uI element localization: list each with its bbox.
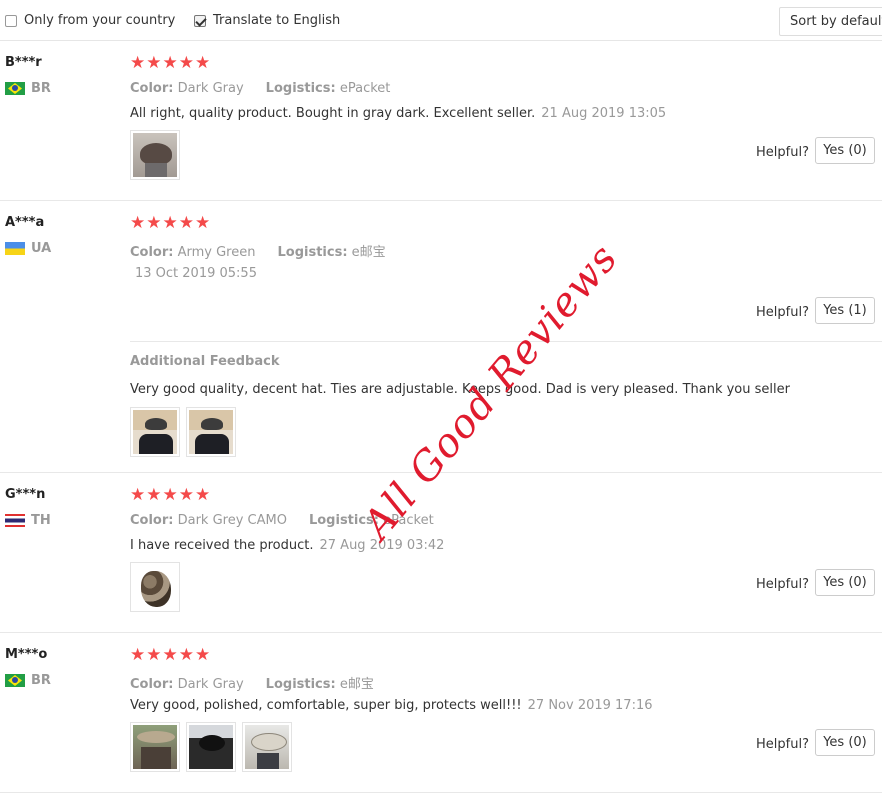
review-meta: Color: Dark Gray Logistics: ePacket bbox=[130, 81, 390, 96]
checkbox-unchecked-icon[interactable] bbox=[5, 14, 17, 27]
country-code: UA bbox=[31, 241, 52, 256]
reviewer-country: TH bbox=[5, 513, 51, 528]
review-photos bbox=[130, 562, 186, 612]
review-item: G***n TH ★★★★★ Color: Dark Grey CAMO Logi… bbox=[0, 473, 882, 633]
review-photos bbox=[130, 130, 186, 180]
review-body: I have received the product. bbox=[130, 538, 314, 553]
color-value: Dark Grey CAMO bbox=[177, 513, 287, 528]
star-rating: ★★★★★ bbox=[130, 645, 212, 665]
logistics-value: e邮宝 bbox=[339, 677, 374, 692]
reviewer-name: G***n bbox=[5, 487, 46, 502]
review-photo-thumbnail[interactable] bbox=[130, 407, 180, 457]
reviewer-country: BR bbox=[5, 673, 51, 688]
color-value: Dark Gray bbox=[177, 81, 244, 96]
helpful-yes-button[interactable]: Yes (0) bbox=[815, 137, 875, 164]
helpful-yes-button[interactable]: Yes (1) bbox=[815, 297, 875, 324]
color-label: Color: bbox=[130, 245, 174, 260]
review-photos bbox=[130, 722, 298, 772]
review-photo-thumbnail[interactable] bbox=[186, 407, 236, 457]
logistics-label: Logistics: bbox=[277, 245, 348, 260]
country-code: BR bbox=[31, 673, 51, 688]
color-label: Color: bbox=[130, 513, 174, 528]
country-code: BR bbox=[31, 81, 51, 96]
review-photo-thumbnail[interactable] bbox=[242, 722, 292, 772]
review-meta: Color: Dark Gray Logistics: e邮宝 bbox=[130, 673, 374, 692]
only-country-label: Only from your country bbox=[24, 13, 176, 28]
review-photo-thumbnail[interactable] bbox=[130, 130, 180, 180]
reviewer-name: B***r bbox=[5, 55, 42, 70]
checkbox-checked-icon[interactable] bbox=[194, 14, 206, 27]
star-rating: ★★★★★ bbox=[130, 213, 212, 233]
logistics-label: Logistics: bbox=[265, 81, 336, 96]
reviewer-name: M***o bbox=[5, 647, 48, 662]
review-body: All right, quality product. Bought in gr… bbox=[130, 106, 536, 121]
brazil-flag-icon bbox=[5, 674, 25, 687]
review-photo-thumbnail[interactable] bbox=[186, 722, 236, 772]
star-rating: ★★★★★ bbox=[130, 53, 212, 73]
review-photo-thumbnail[interactable] bbox=[130, 722, 180, 772]
sort-dropdown[interactable]: Sort by default bbox=[779, 7, 882, 36]
brazil-flag-icon bbox=[5, 82, 25, 95]
ukraine-flag-icon bbox=[5, 242, 25, 255]
review-date: 13 Oct 2019 05:55 bbox=[135, 266, 257, 281]
reviewer-country: BR bbox=[5, 81, 51, 96]
logistics-value: ePacket bbox=[339, 81, 391, 96]
review-date: 27 Nov 2019 17:16 bbox=[527, 698, 653, 713]
review-filter-bar: Only from your country Translate to Engl… bbox=[0, 0, 882, 41]
helpful-label: Helpful? bbox=[756, 737, 809, 752]
logistics-label: Logistics: bbox=[265, 677, 336, 692]
color-value: Army Green bbox=[177, 245, 256, 260]
review-item: B***r BR ★★★★★ Color: Dark Gray Logistics… bbox=[0, 41, 882, 201]
review-text: All right, quality product. Bought in gr… bbox=[130, 106, 666, 121]
review-text: Very good, polished, comfortable, super … bbox=[130, 698, 653, 713]
star-rating: ★★★★★ bbox=[130, 485, 212, 505]
helpful-label: Helpful? bbox=[756, 577, 809, 592]
color-value: Dark Gray bbox=[177, 677, 244, 692]
additional-feedback-title: Additional Feedback bbox=[130, 354, 280, 369]
reviewer-name: A***a bbox=[5, 215, 45, 230]
color-label: Color: bbox=[130, 677, 174, 692]
review-body: Very good, polished, comfortable, super … bbox=[130, 698, 522, 713]
additional-photos bbox=[130, 407, 242, 457]
translate-checkbox[interactable]: Translate to English bbox=[194, 13, 340, 28]
reviewer-country: UA bbox=[5, 241, 51, 256]
thailand-flag-icon bbox=[5, 514, 25, 527]
review-date: 21 Aug 2019 13:05 bbox=[541, 106, 667, 121]
only-country-checkbox[interactable]: Only from your country bbox=[5, 13, 175, 28]
review-text: I have received the product. 27 Aug 2019 … bbox=[130, 538, 444, 553]
review-photo-thumbnail[interactable] bbox=[130, 562, 180, 612]
review-meta: Color: Army Green Logistics: e邮宝 bbox=[130, 241, 386, 260]
color-label: Color: bbox=[130, 81, 174, 96]
helpful-label: Helpful? bbox=[756, 145, 809, 160]
logistics-value: e邮宝 bbox=[351, 245, 386, 260]
helpful-yes-button[interactable]: Yes (0) bbox=[815, 729, 875, 756]
helpful-label: Helpful? bbox=[756, 305, 809, 320]
review-item: M***o BR ★★★★★ Color: Dark Gray Logistics… bbox=[0, 633, 882, 793]
country-code: TH bbox=[31, 513, 51, 528]
translate-label: Translate to English bbox=[213, 13, 341, 28]
helpful-yes-button[interactable]: Yes (0) bbox=[815, 569, 875, 596]
